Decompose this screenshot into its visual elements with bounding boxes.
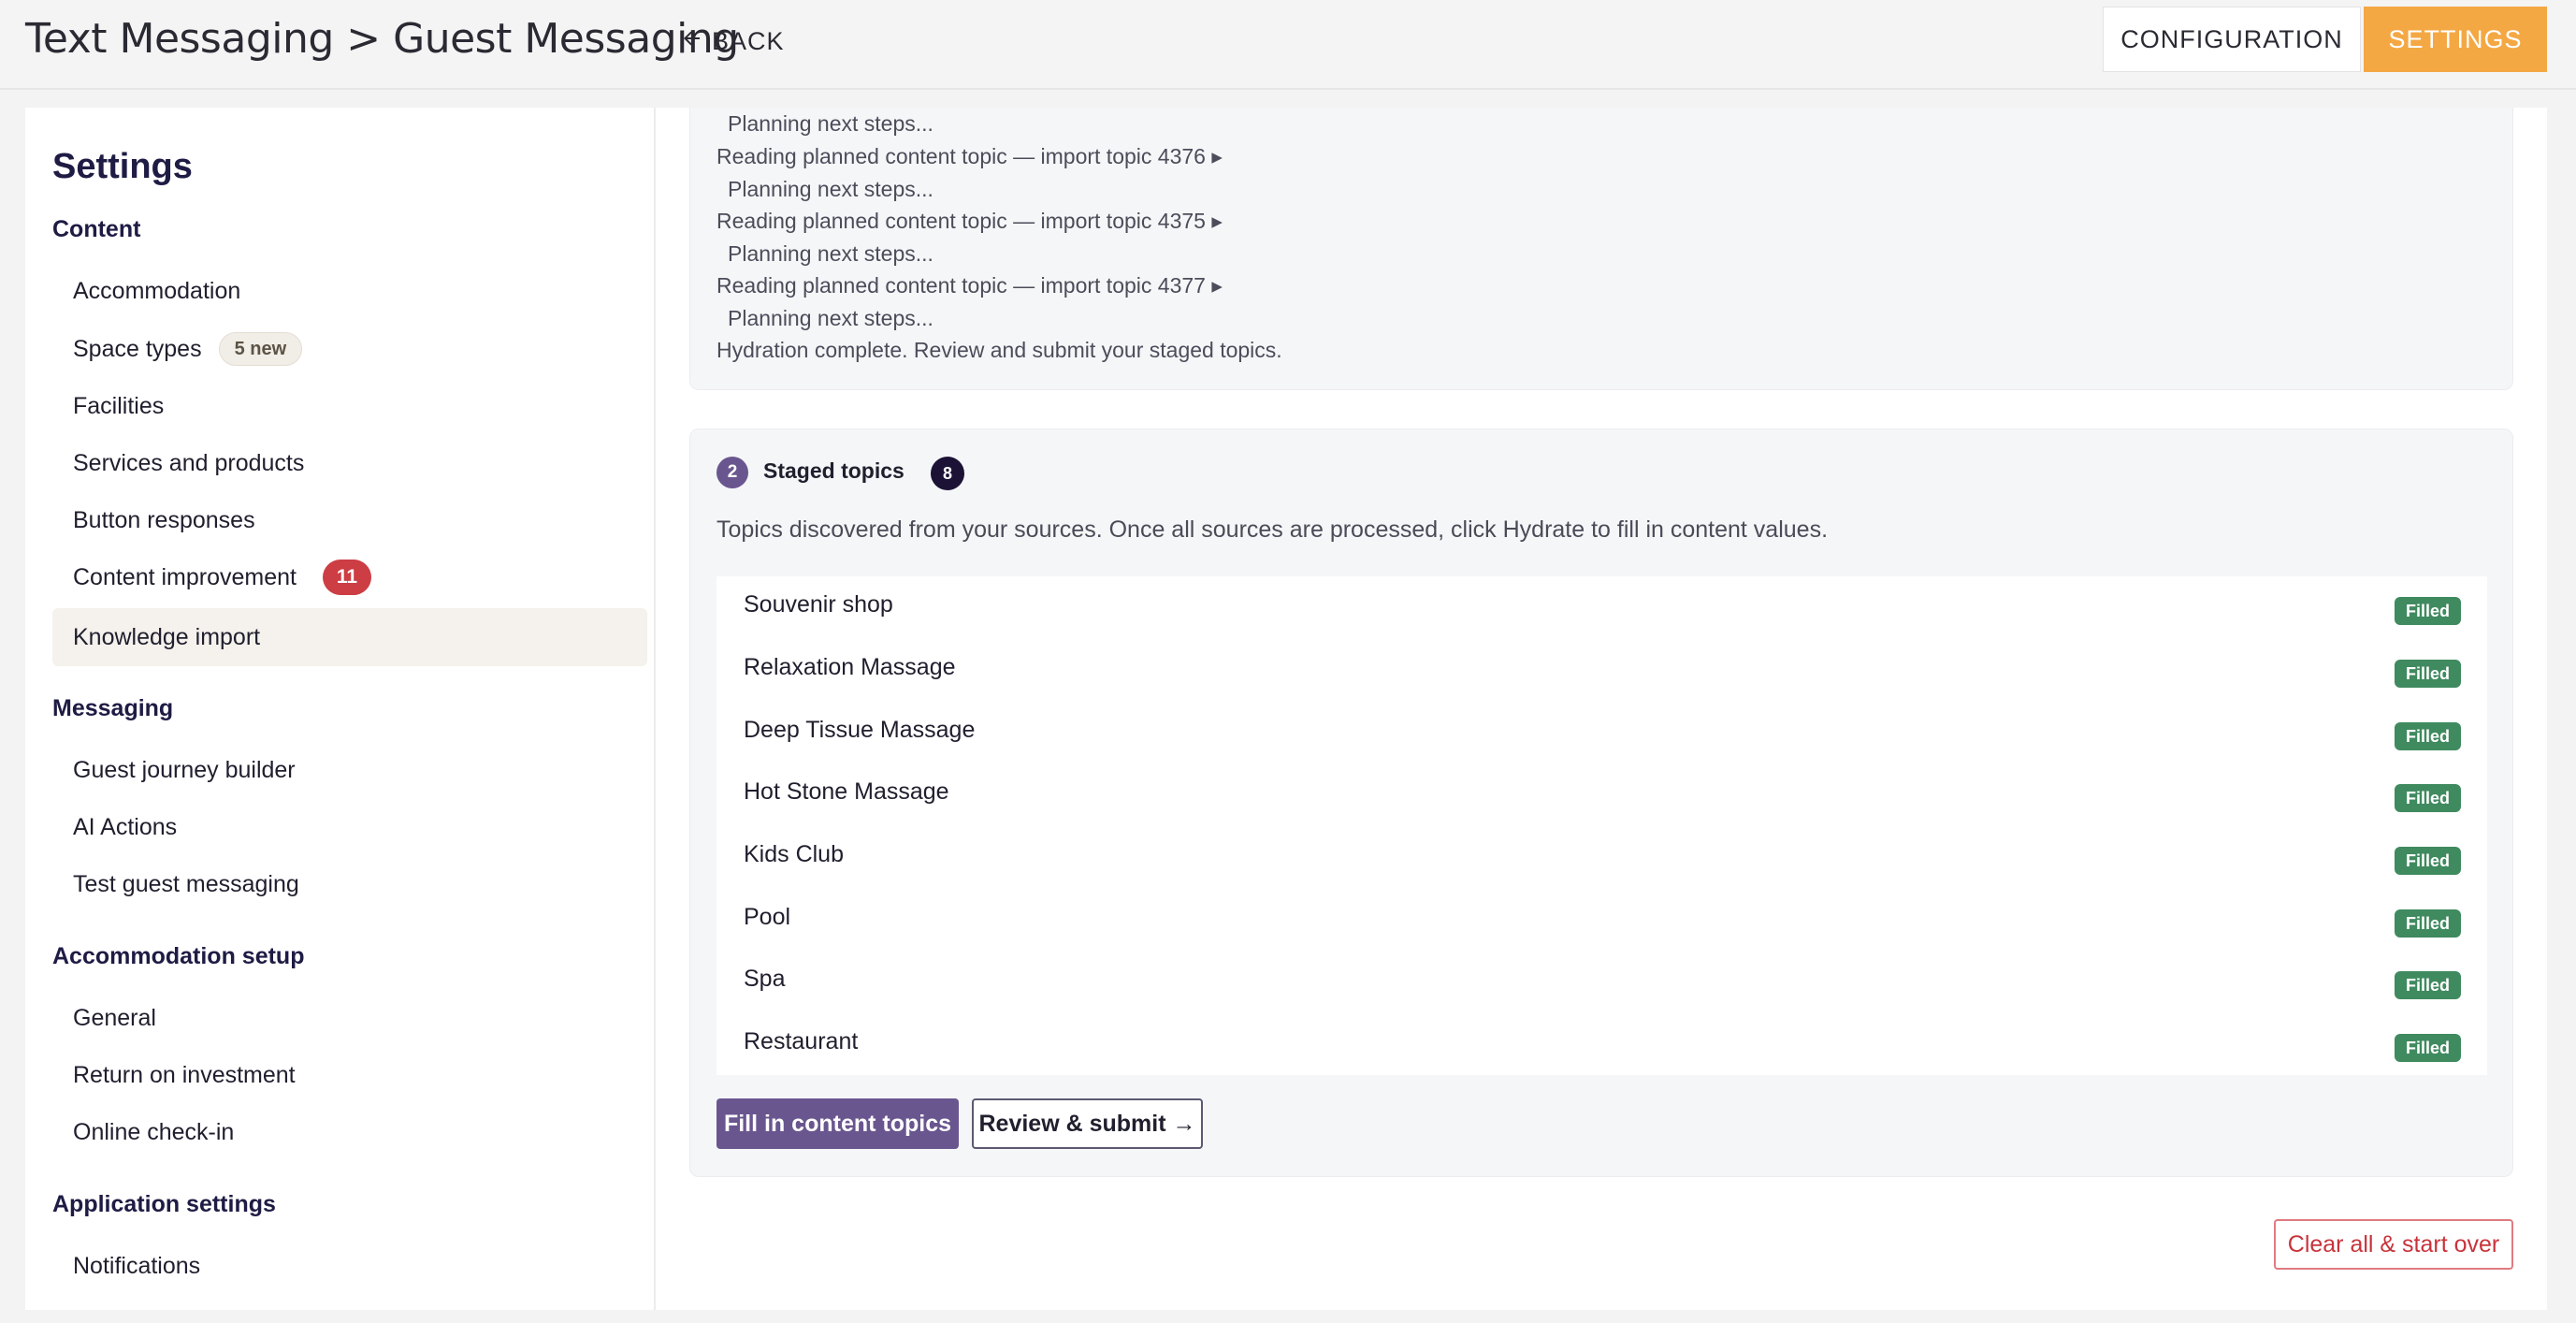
log-line: Planning next steps... xyxy=(728,241,933,266)
sidebar-item-label: Facilities xyxy=(73,392,165,419)
topic-name: Deep Tissue Massage xyxy=(744,717,976,743)
status-badge: Filled xyxy=(2394,722,2461,750)
log-line[interactable]: Reading planned content topic — import t… xyxy=(716,144,1223,169)
settings-sidebar: Settings Content Accommodation Space typ… xyxy=(25,108,656,1310)
topic-count-badge: 8 xyxy=(931,457,964,490)
sidebar-item-content-improvement[interactable]: Content improvement 11 xyxy=(52,548,647,606)
sidebar-item-label: Return on investment xyxy=(73,1061,296,1088)
sidebar-item-label: Button responses xyxy=(73,506,255,533)
section-heading-accommodation-setup: Accommodation setup xyxy=(52,943,305,969)
sidebar-item-label: General xyxy=(73,1004,156,1031)
staged-topics-card: 2 Staged topics 8 Topics discovered from… xyxy=(689,429,2513,1177)
sidebar-item-return-on-investment[interactable]: Return on investment xyxy=(52,1046,647,1104)
settings-button[interactable]: SETTINGS xyxy=(2364,7,2547,72)
configuration-button[interactable]: CONFIGURATION xyxy=(2103,7,2361,72)
step-number: 2 xyxy=(716,457,748,488)
sidebar-item-label: AI Actions xyxy=(73,813,178,840)
log-line[interactable]: Reading planned content topic — import t… xyxy=(716,209,1223,234)
log-line: Planning next steps... xyxy=(728,111,933,136)
status-badge: Filled xyxy=(2394,847,2461,875)
sidebar-item-label: Accommodation xyxy=(73,277,241,304)
sidebar-item-knowledge-import[interactable]: Knowledge import xyxy=(52,608,647,666)
topic-name: Kids Club xyxy=(744,841,844,867)
sidebar-title: Settings xyxy=(52,147,193,186)
status-badge: Filled xyxy=(2394,971,2461,999)
sidebar-item-label: Online check-in xyxy=(73,1118,235,1145)
log-line: Planning next steps... xyxy=(728,177,933,201)
sidebar-item-label: Content improvement xyxy=(73,563,297,590)
sidebar-item-label: Test guest messaging xyxy=(73,870,299,897)
topic-name: Souvenir shop xyxy=(744,591,893,618)
list-item[interactable]: Pool Filled xyxy=(716,889,2487,952)
topic-name: Pool xyxy=(744,904,791,930)
sidebar-item-facilities[interactable]: Facilities xyxy=(52,377,647,435)
sidebar-item-label: Guest journey builder xyxy=(73,756,296,783)
page-title: Text Messaging > Guest Messaging xyxy=(25,15,739,63)
sidebar-item-label: Services and products xyxy=(73,449,305,476)
sidebar-item-services-and-products[interactable]: Services and products xyxy=(52,434,647,492)
status-badge: Filled xyxy=(2394,784,2461,812)
list-item[interactable]: Relaxation Massage Filled xyxy=(716,639,2487,702)
main-panel: Settings Content Accommodation Space typ… xyxy=(25,108,2547,1310)
status-badge: Filled xyxy=(2394,1034,2461,1062)
sidebar-item-label: Knowledge import xyxy=(73,623,261,650)
top-bar: Text Messaging > Guest Messaging BACK CO… xyxy=(0,0,2576,90)
list-item[interactable]: Restaurant Filled xyxy=(716,1013,2487,1076)
status-badge: Filled xyxy=(2394,597,2461,625)
sidebar-item-accommodation[interactable]: Accommodation xyxy=(52,262,647,320)
sidebar-item-ai-actions[interactable]: AI Actions xyxy=(52,798,647,856)
log-line[interactable]: Reading planned content topic — import t… xyxy=(716,273,1223,298)
staged-topics-description: Topics discovered from your sources. Onc… xyxy=(716,516,1829,543)
section-heading-content: Content xyxy=(52,216,141,242)
section-heading-application-settings: Application settings xyxy=(52,1191,276,1217)
fill-in-content-topics-button[interactable]: Fill in content topics xyxy=(716,1098,959,1149)
list-item[interactable]: Kids Club Filled xyxy=(716,826,2487,889)
hydration-log: Planning next steps... Reading planned c… xyxy=(689,108,2513,390)
log-line: Planning next steps... xyxy=(728,306,933,330)
back-label: BACK xyxy=(712,27,785,55)
list-item[interactable]: Hot Stone Massage Filled xyxy=(716,763,2487,826)
sidebar-item-button-responses[interactable]: Button responses xyxy=(52,491,647,549)
topic-list: Souvenir shop Filled Relaxation Massage … xyxy=(716,576,2487,1075)
topic-name: Spa xyxy=(744,966,786,992)
topic-name: Restaurant xyxy=(744,1028,859,1054)
topic-name: Hot Stone Massage xyxy=(744,778,949,805)
sidebar-item-online-check-in[interactable]: Online check-in xyxy=(52,1103,647,1161)
sidebar-item-label: Notifications xyxy=(73,1252,201,1279)
status-badge: Filled xyxy=(2394,660,2461,688)
arrow-left-icon xyxy=(680,24,702,58)
list-item[interactable]: Deep Tissue Massage Filled xyxy=(716,702,2487,764)
section-heading-messaging: Messaging xyxy=(52,695,174,721)
list-item[interactable]: Souvenir shop Filled xyxy=(716,576,2487,639)
clear-all-button[interactable]: Clear all & start over xyxy=(2274,1219,2513,1270)
sidebar-item-test-guest-messaging[interactable]: Test guest messaging xyxy=(52,855,647,913)
count-badge: 11 xyxy=(323,560,372,595)
new-badge: 5 new xyxy=(218,332,303,366)
status-badge: Filled xyxy=(2394,909,2461,938)
back-button[interactable]: BACK xyxy=(680,24,785,58)
sidebar-item-general[interactable]: General xyxy=(52,989,647,1047)
log-line: Hydration complete. Review and submit yo… xyxy=(716,338,1282,362)
sidebar-item-space-types[interactable]: Space types 5 new xyxy=(52,320,647,378)
list-item[interactable]: Spa Filled xyxy=(716,951,2487,1013)
topic-name: Relaxation Massage xyxy=(744,654,956,680)
sidebar-item-notifications[interactable]: Notifications xyxy=(52,1237,647,1295)
sidebar-item-label: Space types xyxy=(73,335,202,362)
review-and-submit-button[interactable]: Review & submit → xyxy=(972,1098,1203,1149)
staged-topics-title: Staged topics xyxy=(763,458,904,483)
sidebar-item-guest-journey-builder[interactable]: Guest journey builder xyxy=(52,741,647,799)
